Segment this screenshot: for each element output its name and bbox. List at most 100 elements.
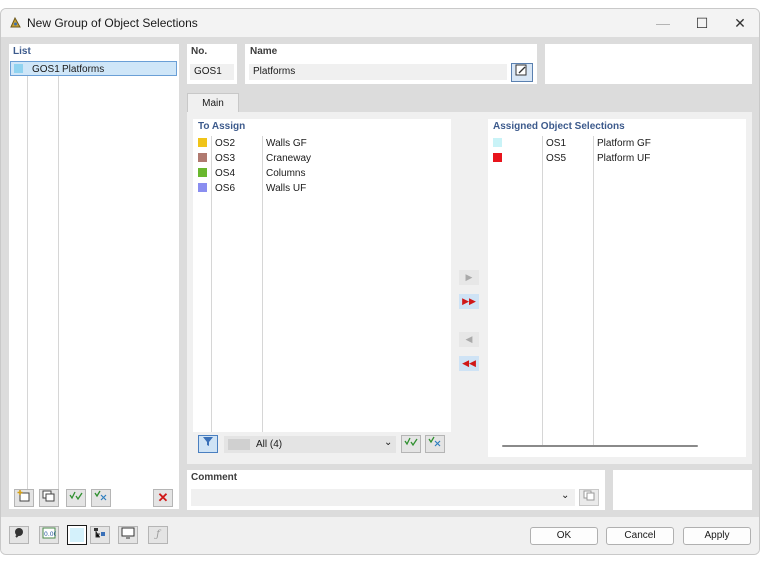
list-panel: List GOS1 Platforms ✕ bbox=[9, 44, 179, 509]
item-name: Platform GF bbox=[597, 138, 651, 149]
ok-button[interactable]: OK bbox=[530, 527, 598, 545]
assign-all-button[interactable]: ▶▶ bbox=[459, 294, 479, 309]
copy-icon bbox=[42, 490, 55, 502]
edit-name-button[interactable] bbox=[511, 63, 533, 82]
color-swatch bbox=[198, 153, 207, 162]
list-header: List bbox=[13, 46, 31, 57]
list-item-name: Platforms bbox=[62, 64, 105, 75]
double-arrow-left-icon: ◀◀ bbox=[462, 358, 476, 368]
arrow-left-icon: ◀ bbox=[465, 334, 473, 344]
list-item[interactable]: OS6 Walls UF bbox=[193, 181, 451, 196]
item-id: OS1 bbox=[546, 138, 567, 149]
item-name: Platform UF bbox=[597, 153, 651, 164]
item-name: Walls UF bbox=[266, 183, 307, 194]
units-button[interactable]: 0.00 bbox=[39, 526, 59, 544]
comment-panel: Comment ⌄ bbox=[187, 470, 605, 510]
copy-item-button[interactable] bbox=[39, 489, 59, 507]
item-id: OS6 bbox=[215, 183, 236, 194]
comment-library-button[interactable] bbox=[579, 489, 599, 506]
tree-button[interactable] bbox=[90, 526, 110, 544]
filter-swatch bbox=[228, 439, 250, 450]
list-item-id: GOS1 bbox=[32, 64, 60, 75]
item-name: Craneway bbox=[266, 153, 312, 164]
dialog-content: List GOS1 Platforms ✕ No. GOS1 Name Plat… bbox=[1, 37, 759, 554]
filter-value: All (4) bbox=[256, 439, 283, 450]
comment-field[interactable] bbox=[191, 489, 575, 506]
list-item[interactable]: OS3 Craneway bbox=[193, 151, 451, 166]
help-button[interactable] bbox=[9, 526, 29, 544]
chevron-down-icon: ⌄ bbox=[561, 490, 570, 501]
info-panel bbox=[545, 44, 752, 84]
check-all-button[interactable] bbox=[66, 489, 86, 507]
color-swatch bbox=[198, 138, 207, 147]
main-tab-content: To Assign OS2 Walls GF OS3 Craneway OS4 … bbox=[187, 112, 752, 464]
screen-icon bbox=[121, 527, 135, 539]
check-all-button[interactable] bbox=[401, 435, 421, 453]
new-icon bbox=[17, 490, 30, 502]
to-assign-header: To Assign bbox=[198, 121, 246, 132]
list-item[interactable]: OS5 Platform UF bbox=[488, 151, 746, 166]
color-swatch bbox=[198, 183, 207, 192]
edit-icon bbox=[515, 64, 527, 76]
no-field[interactable]: GOS1 bbox=[190, 64, 234, 80]
horizontal-scrollbar[interactable] bbox=[502, 445, 698, 447]
filter-bar: All (4) ⌄ bbox=[193, 432, 451, 457]
comment-label: Comment bbox=[191, 472, 238, 483]
dialog-window: New Group of Object Selections — ☐ ✕ Lis… bbox=[0, 8, 760, 555]
no-panel: No. GOS1 bbox=[187, 44, 237, 84]
window-title: New Group of Object Selections bbox=[27, 16, 198, 30]
item-name: Columns bbox=[266, 168, 306, 179]
name-panel: Name Platforms bbox=[245, 44, 537, 84]
apply-button[interactable]: Apply bbox=[683, 527, 751, 545]
color-swatch bbox=[14, 64, 23, 73]
item-id: OS5 bbox=[546, 153, 567, 164]
unassign-all-button[interactable]: ◀◀ bbox=[459, 356, 479, 371]
title-bar: New Group of Object Selections — ☐ ✕ bbox=[1, 9, 759, 37]
chevron-down-icon: ⌄ bbox=[384, 437, 393, 448]
uncheck-icon bbox=[428, 436, 441, 447]
maximize-button[interactable]: ☐ bbox=[682, 9, 722, 37]
color-swatch bbox=[493, 138, 502, 147]
filter-select[interactable]: All (4) ⌄ bbox=[224, 436, 396, 453]
bottom-bar: 0.00 ƒ OK Cancel Apply bbox=[1, 517, 759, 554]
delete-icon: ✕ bbox=[157, 490, 169, 505]
name-field[interactable]: Platforms bbox=[249, 64, 507, 80]
tab-main[interactable]: Main bbox=[187, 93, 239, 112]
close-button[interactable]: ✕ bbox=[720, 9, 759, 37]
item-id: OS3 bbox=[215, 153, 236, 164]
unassign-one-button[interactable]: ◀ bbox=[459, 332, 479, 347]
filter-button[interactable] bbox=[198, 435, 218, 453]
list-item[interactable]: GOS1 Platforms bbox=[10, 61, 177, 76]
color-swatch bbox=[198, 168, 207, 177]
arrow-right-icon: ▶ bbox=[465, 272, 473, 282]
item-id: OS4 bbox=[215, 168, 236, 179]
view-button[interactable] bbox=[118, 526, 138, 544]
color-swatch bbox=[493, 153, 502, 162]
uncheck-icon bbox=[94, 490, 107, 501]
item-id: OS2 bbox=[215, 138, 236, 149]
new-item-button[interactable] bbox=[14, 489, 34, 507]
formula-button[interactable]: ƒ bbox=[148, 526, 168, 544]
comment-side-panel bbox=[613, 470, 752, 510]
item-name: Walls GF bbox=[266, 138, 307, 149]
color-button[interactable] bbox=[67, 525, 87, 545]
color-preview-icon bbox=[70, 528, 84, 542]
assign-one-button[interactable]: ▶ bbox=[459, 270, 479, 285]
list-item[interactable]: OS1 Platform GF bbox=[488, 136, 746, 151]
double-arrow-right-icon: ▶▶ bbox=[462, 296, 476, 306]
copy-icon bbox=[583, 490, 595, 501]
tree-icon bbox=[94, 528, 105, 538]
minimize-button[interactable]: — bbox=[643, 9, 683, 37]
filter-icon bbox=[203, 437, 213, 446]
uncheck-button[interactable] bbox=[91, 489, 111, 507]
list-item[interactable]: OS2 Walls GF bbox=[193, 136, 451, 151]
check-all-icon bbox=[69, 491, 83, 501]
cancel-button[interactable]: Cancel bbox=[606, 527, 674, 545]
decimal-icon: 0.00 bbox=[42, 527, 58, 539]
list-item[interactable]: OS4 Columns bbox=[193, 166, 451, 181]
no-label: No. bbox=[191, 46, 208, 57]
name-label: Name bbox=[250, 46, 278, 57]
delete-item-button[interactable]: ✕ bbox=[153, 489, 173, 507]
function-icon: ƒ bbox=[156, 529, 160, 540]
uncheck-button[interactable] bbox=[425, 435, 445, 453]
